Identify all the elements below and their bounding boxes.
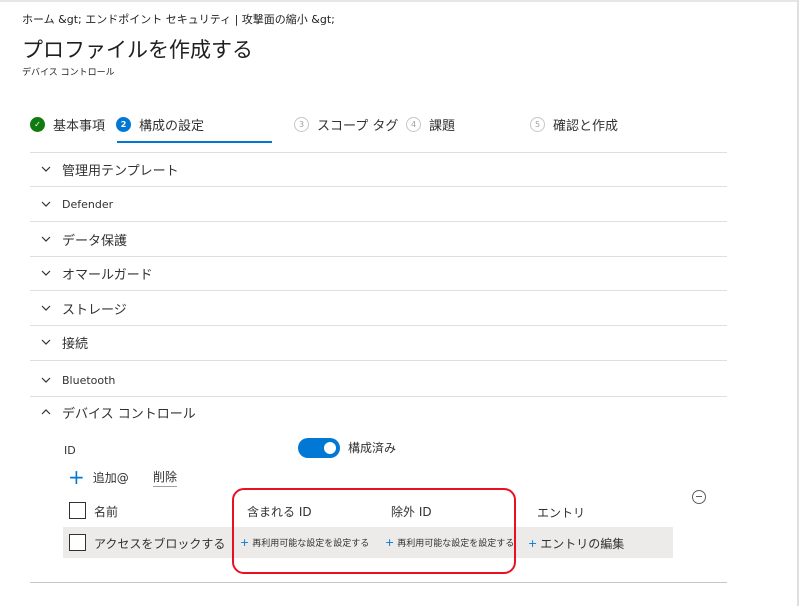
select-all-checkbox[interactable] [69, 502, 86, 519]
chevron-down-icon [40, 163, 52, 175]
step-review-create[interactable]: 5 確認と作成 [530, 113, 618, 135]
step-label: 課題 [429, 118, 456, 134]
highlight-annotation [232, 488, 516, 574]
row-name: アクセスをブロックする [94, 537, 226, 551]
section-omar-guard[interactable]: オマールガード [30, 256, 727, 290]
chevron-down-icon [40, 374, 52, 386]
section-defender[interactable]: Defender [30, 187, 727, 221]
step-assignments[interactable]: 4 課題 [406, 113, 455, 135]
delete-button[interactable]: 削除 [153, 468, 178, 487]
divider [30, 360, 727, 361]
edit-entries-link-label: エントリの編集 [540, 537, 625, 551]
chevron-down-icon [40, 198, 52, 210]
section-storage[interactable]: ストレージ [30, 291, 727, 325]
step-label: 確認と作成 [553, 118, 619, 134]
add-button[interactable]: + 追加@ [68, 466, 129, 488]
remove-icon[interactable] [692, 490, 706, 504]
step-number: 4 [406, 116, 421, 132]
chevron-down-icon [40, 302, 52, 314]
toggle-knob [324, 442, 336, 454]
plus-icon: + [528, 537, 538, 550]
section-label: デバイス コントロール [62, 406, 196, 422]
section-label: 管理用テンプレート [62, 163, 179, 179]
section-label: オマールガード [62, 267, 153, 283]
step-label: スコープ タグ [317, 118, 399, 134]
check-icon: ✓ [30, 116, 45, 132]
section-label: データ保護 [62, 233, 128, 249]
chevron-down-icon [40, 267, 52, 279]
chevron-down-icon [40, 233, 52, 245]
step-number: 3 [294, 116, 309, 132]
page-title: プロファイルを作成する [22, 38, 253, 62]
section-connectivity[interactable]: 接続 [30, 325, 727, 359]
chevron-up-icon [40, 406, 52, 418]
row-checkbox[interactable] [69, 534, 86, 551]
toggle-label: 構成済み [348, 441, 397, 455]
edit-entries-link[interactable]: + エントリの編集 [528, 535, 624, 552]
configured-toggle[interactable] [298, 438, 340, 458]
column-header-name[interactable]: 名前 [94, 503, 118, 520]
section-bluetooth[interactable]: Bluetooth [30, 363, 727, 397]
page-subtitle: デバイス コントロール [22, 68, 115, 78]
section-label: Bluetooth [62, 373, 116, 387]
active-step-indicator [117, 141, 272, 143]
divider [30, 582, 727, 583]
step-basics[interactable]: ✓ 基本事項 [30, 113, 105, 135]
chevron-down-icon [40, 336, 52, 348]
step-number: 2 [116, 116, 131, 132]
breadcrumb[interactable]: ホーム &gt; エンドポイント セキュリティ | 攻撃面の縮小 &gt; [22, 11, 335, 27]
id-setting-label: ID [64, 444, 76, 457]
wizard-stepper: ✓ 基本事項 2 構成の設定 3 スコープ タグ 4 課題 5 確認と作成 [0, 105, 799, 145]
step-label: 基本事項 [53, 118, 106, 134]
section-data-protection[interactable]: データ保護 [30, 222, 727, 256]
plus-icon: + [68, 465, 85, 489]
section-label: 接続 [62, 336, 89, 352]
step-configuration-settings[interactable]: 2 構成の設定 [116, 113, 204, 135]
step-scope-tags[interactable]: 3 スコープ タグ [294, 113, 398, 135]
column-header-entries[interactable]: エントリ [537, 504, 585, 521]
step-label: 構成の設定 [139, 118, 205, 134]
section-admin-templates[interactable]: 管理用テンプレート [30, 152, 727, 186]
section-label: Defender [62, 197, 114, 211]
top-edge [0, 0, 799, 2]
section-device-control[interactable]: デバイス コントロール [30, 395, 727, 429]
section-label: ストレージ [62, 302, 127, 318]
add-button-label: 追加@ [92, 470, 129, 485]
step-number: 5 [530, 116, 545, 132]
